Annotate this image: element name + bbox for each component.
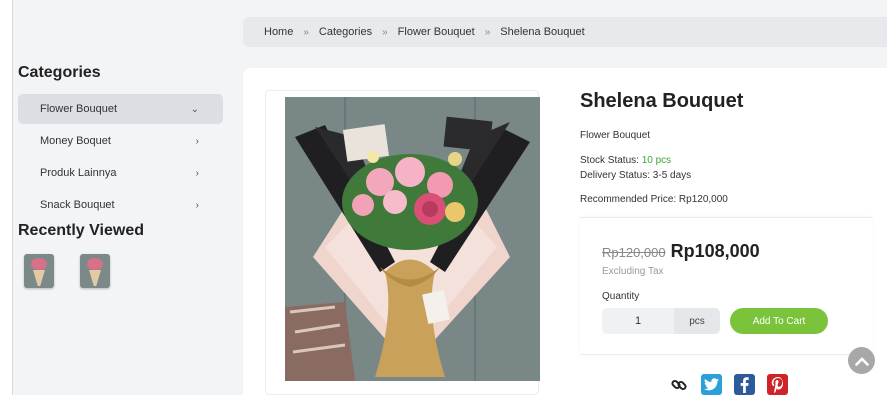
price-row: Rp120,000 Rp108,000 [602,241,760,262]
breadcrumb-separator: » [382,26,388,38]
stock-status-label: Stock Status: [580,155,642,166]
recently-viewed-thumbnail[interactable] [24,254,54,288]
chevron-right-icon: › [195,167,199,179]
pinterest-icon[interactable] [767,374,788,395]
sidebar-item-produk-lainnya[interactable]: Produk Lainnya › [18,158,223,188]
categories-heading: Categories [18,64,101,81]
old-price: Rp120,000 [602,245,666,260]
tax-note: Excluding Tax [602,266,664,277]
chevron-right-icon: › [195,135,199,147]
breadcrumb-categories[interactable]: Categories [319,26,372,38]
recently-viewed-thumbnail[interactable] [80,254,110,288]
sidebar-item-label: Money Boquet [40,135,111,147]
add-to-cart-button[interactable]: Add To Cart [730,308,828,334]
product-image[interactable] [285,97,540,381]
breadcrumb-current: Shelena Bouquet [500,26,585,38]
breadcrumb-separator: » [303,26,309,38]
product-title: Shelena Bouquet [580,90,744,112]
sidebar-item-flower-bouquet[interactable]: Flower Bouquet ⌄ [18,94,223,124]
quantity-label: Quantity [602,291,640,302]
quantity-unit: pcs [674,308,720,334]
price-box: Rp120,000 Rp108,000 Excluding Tax Quanti… [580,217,873,355]
chevron-up-icon [854,356,869,366]
stock-status-value: 10 pcs [641,155,672,166]
recently-viewed-list [24,254,223,288]
chevron-right-icon: › [195,199,199,211]
stock-status: Stock Status: 10 pcs [580,155,671,166]
left-frame-edge [0,0,13,395]
quantity-input[interactable] [602,308,674,334]
breadcrumb-flower-bouquet[interactable]: Flower Bouquet [398,26,475,38]
share-row [668,374,788,395]
link-icon[interactable] [668,374,689,395]
sidebar-item-snack-bouquet[interactable]: Snack Bouquet › [18,190,223,220]
sidebar-item-label: Snack Bouquet [40,199,115,211]
quantity-stepper: pcs [602,308,720,334]
breadcrumb-separator: » [484,26,491,38]
product-panel: Shelena Bouquet Flower Bouquet Stock Sta… [243,68,887,395]
twitter-icon[interactable] [701,374,722,395]
sidebar: Categories Flower Bouquet ⌄ Money Boquet… [18,64,223,288]
sale-price: Rp108,000 [670,241,760,261]
chevron-down-icon: ⌄ [190,103,199,115]
breadcrumb-home[interactable]: Home [264,26,293,38]
breadcrumb: Home » Categories » Flower Bouquet » She… [243,17,887,47]
delivery-status: Delivery Status: 3-5 days [580,170,692,181]
sidebar-item-label: Produk Lainnya [40,167,117,179]
sidebar-item-label: Flower Bouquet [40,103,118,115]
facebook-icon[interactable] [734,374,755,395]
scroll-to-top-button[interactable] [848,347,875,374]
recently-viewed-heading: Recently Viewed [18,222,144,239]
sidebar-item-money-boquet[interactable]: Money Boquet › [18,126,223,156]
recommended-price: Recommended Price: Rp120,000 [580,194,728,205]
product-category: Flower Bouquet [580,130,651,141]
product-image-card [265,90,540,395]
